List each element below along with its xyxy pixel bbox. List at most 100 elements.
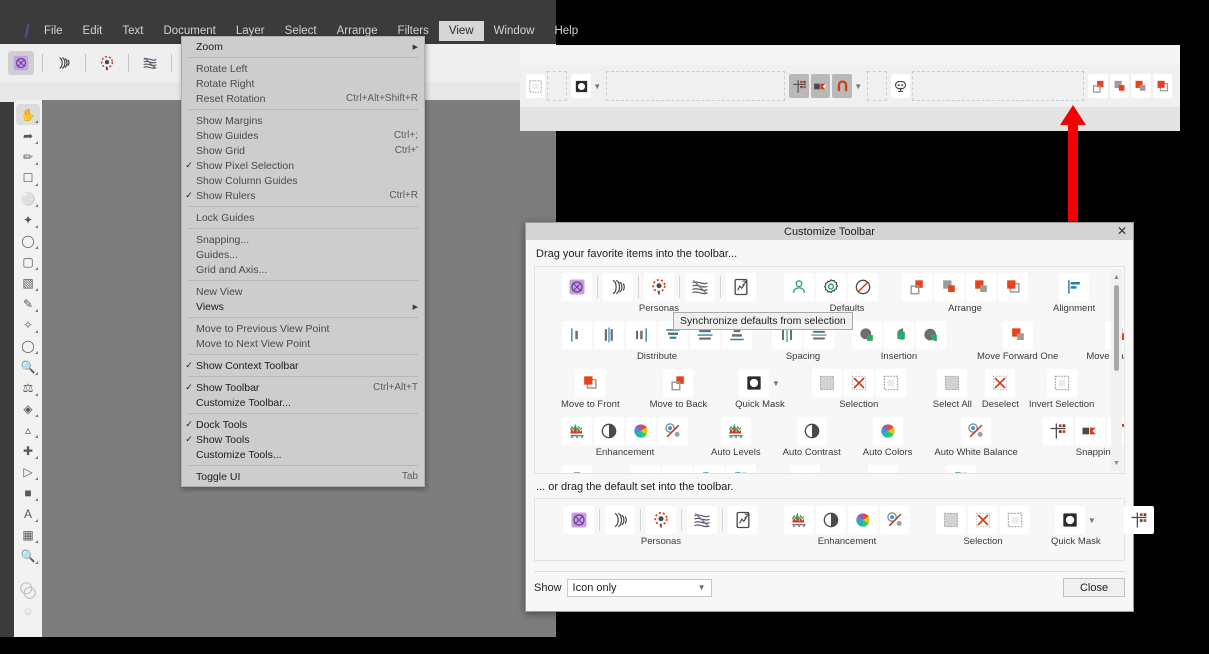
menu-item-show-pixel-selection[interactable]: ✓ Show Pixel Selection xyxy=(182,158,424,173)
blend-ranges-icon[interactable] xyxy=(16,580,40,601)
toolbar-item-group[interactable] xyxy=(783,273,815,301)
select-all-icon[interactable] xyxy=(937,369,968,397)
insert-behind-icon[interactable] xyxy=(852,321,882,349)
color-picker-tool-icon[interactable]: ✏ xyxy=(16,146,40,167)
menu-item-move-to-previous-view-point[interactable]: Move to Previous View Point xyxy=(182,321,424,336)
view-dropdown-menu[interactable]: Zoom ▶ Rotate Left Rotate Right Reset Rotati… xyxy=(181,36,425,487)
magnet-icon[interactable] xyxy=(832,74,852,98)
flood-fill-tool-icon[interactable]: ▢ xyxy=(16,251,40,272)
liquify-persona-icon[interactable] xyxy=(51,51,77,75)
menu-item-toggle-ui[interactable]: Toggle UI Tab xyxy=(182,469,424,484)
paint-brush-tool-icon[interactable]: ✎ xyxy=(16,293,40,314)
invert-selection-icon[interactable] xyxy=(875,369,906,397)
snapping-grid-icon[interactable] xyxy=(1123,506,1154,534)
menu-item-show-tools[interactable]: ✓ Show Tools xyxy=(182,432,424,447)
menu-item-show-toolbar[interactable]: ✓ Show Toolbar Ctrl+Alt+T xyxy=(182,380,424,395)
auto-contrast-icon[interactable] xyxy=(594,417,624,445)
auto-contrast-icon[interactable] xyxy=(796,417,827,445)
quick-mask-icon[interactable] xyxy=(738,369,769,397)
flip-horizontal-icon[interactable] xyxy=(630,465,660,473)
toolbar-item-group[interactable] xyxy=(867,465,899,473)
toolbar-item-group[interactable]: ▼ Quick Mask xyxy=(1051,506,1101,547)
auto-contrast-icon[interactable] xyxy=(816,506,846,534)
menu-item-customize-tools[interactable]: Customize Tools... xyxy=(182,447,424,462)
rotate-ccw-icon[interactable] xyxy=(694,465,724,473)
rectangle-tool-icon[interactable]: ■ xyxy=(16,482,40,503)
deselect-icon[interactable] xyxy=(843,369,874,397)
toolbar-item-group[interactable]: Insertion xyxy=(851,321,947,362)
deselect-icon[interactable] xyxy=(968,506,998,534)
select-all-icon[interactable] xyxy=(936,506,966,534)
menu-item-snapping[interactable]: Snapping... xyxy=(182,232,424,247)
snapping-grid-icon[interactable] xyxy=(1042,417,1073,445)
scrollbar-thumb[interactable] xyxy=(1114,285,1119,371)
move-forward-one-icon[interactable] xyxy=(1002,321,1033,349)
pixel-tool-icon[interactable]: ✧ xyxy=(16,314,40,335)
tone-mapping-persona-icon[interactable] xyxy=(687,506,717,534)
auto-levels-icon[interactable] xyxy=(562,417,592,445)
menu-item-rotate-right[interactable]: Rotate Right xyxy=(182,76,424,91)
default-set-row[interactable]: Personas Enhancement Selection ▼ Quick Mask xyxy=(534,498,1154,561)
toolbar-item-group[interactable]: Selection xyxy=(935,506,1031,547)
quick-mask-icon[interactable] xyxy=(571,74,591,98)
distribute-center-h-icon[interactable] xyxy=(594,321,624,349)
flip-horizontal-icon[interactable] xyxy=(790,465,820,473)
flip-left-icon[interactable] xyxy=(868,465,898,473)
chevron-down-icon[interactable]: ▼ xyxy=(854,82,863,91)
hand-tool-icon[interactable]: ✋ xyxy=(16,104,40,125)
toolbar-drop-slot[interactable] xyxy=(547,71,568,101)
menu-item-guides[interactable]: Guides... xyxy=(182,247,424,262)
gradient-tool-icon[interactable]: ▧ xyxy=(16,272,40,293)
synchronize-defaults-icon[interactable] xyxy=(816,273,846,301)
toolbar-item-group[interactable]: Move Forward One xyxy=(977,321,1058,362)
crop-tool-icon[interactable]: ☐ xyxy=(16,167,40,188)
invert-selection-icon[interactable] xyxy=(1000,506,1030,534)
menu-item-move-to-next-view-point[interactable]: Move to Next View Point xyxy=(182,336,424,351)
menu-item-new-view[interactable]: New View xyxy=(182,284,424,299)
toolbar-item-group[interactable]: Move to Back xyxy=(650,369,707,410)
smudge-brush-tool-icon[interactable]: ▵ xyxy=(16,419,40,440)
snapping-candidates-icon[interactable] xyxy=(810,74,831,98)
menu-item-views[interactable]: Views ▶ xyxy=(182,299,424,314)
move-back-one-icon[interactable] xyxy=(934,273,964,301)
selection-brush-tool-icon[interactable]: ⚪ xyxy=(16,188,40,209)
vertical-scrollbar[interactable]: ▲ ▼ xyxy=(1111,269,1122,471)
tone-mapping-persona-icon[interactable] xyxy=(685,273,715,301)
toolbar-item-group[interactable]: Selection xyxy=(811,369,907,410)
toolbar-item-group[interactable]: Auto Colors xyxy=(863,417,912,458)
show-select[interactable]: Icon only ▼ xyxy=(566,578,712,597)
menu-item-text[interactable]: Text xyxy=(112,21,153,41)
toolbar-drop-slot[interactable] xyxy=(912,71,1085,101)
toolbar-item-group[interactable] xyxy=(1123,506,1155,534)
move-to-front-icon[interactable] xyxy=(998,273,1028,301)
inpainting-brush-tool-icon[interactable]: ✚ xyxy=(16,440,40,461)
toolbar-item-group[interactable] xyxy=(789,465,821,473)
auto-white-balance-icon[interactable] xyxy=(658,417,688,445)
move-to-back-icon[interactable] xyxy=(1088,74,1108,98)
move-forward-one-icon[interactable] xyxy=(966,273,996,301)
menu-item-customize-toolbar[interactable]: Customize Toolbar... xyxy=(182,395,424,410)
snapping-candidates-icon[interactable] xyxy=(1074,417,1105,445)
liquify-persona-icon[interactable] xyxy=(603,273,633,301)
flip-left-icon[interactable] xyxy=(662,465,692,473)
auto-white-balance-icon[interactable] xyxy=(961,417,992,445)
auto-colors-icon[interactable] xyxy=(626,417,656,445)
mesh-warp-tool-icon[interactable]: ▦ xyxy=(16,524,40,545)
artistic-text-tool-icon[interactable]: A xyxy=(16,503,40,524)
auto-levels-icon[interactable] xyxy=(720,417,751,445)
blur-brush-tool-icon[interactable]: ◈ xyxy=(16,398,40,419)
toolbar-drop-slot[interactable] xyxy=(866,71,887,101)
toolbar-item-group[interactable]: ▼ Quick Mask xyxy=(735,369,785,410)
menu-item-show-guides[interactable]: Show Guides Ctrl+; xyxy=(182,128,424,143)
toolbar-item-group[interactable]: Auto Levels xyxy=(711,417,761,458)
toolbar-item-group[interactable]: Move to Front xyxy=(561,369,620,410)
liquify-persona-icon[interactable] xyxy=(605,506,635,534)
menu-item-show-margins[interactable]: Show Margins xyxy=(182,113,424,128)
marquee-ellipse-tool-icon[interactable]: ◯ xyxy=(16,230,40,251)
zoom-tool-icon[interactable]: 🔍 xyxy=(16,545,40,566)
distribute-right-icon[interactable] xyxy=(626,321,656,349)
toolbar-item-group[interactable]: Invert Selection xyxy=(1029,369,1094,410)
menu-item-grid-and-axis[interactable]: Grid and Axis... xyxy=(182,262,424,277)
move-to-front-icon[interactable] xyxy=(575,369,606,397)
photo-persona-icon[interactable] xyxy=(8,51,34,75)
